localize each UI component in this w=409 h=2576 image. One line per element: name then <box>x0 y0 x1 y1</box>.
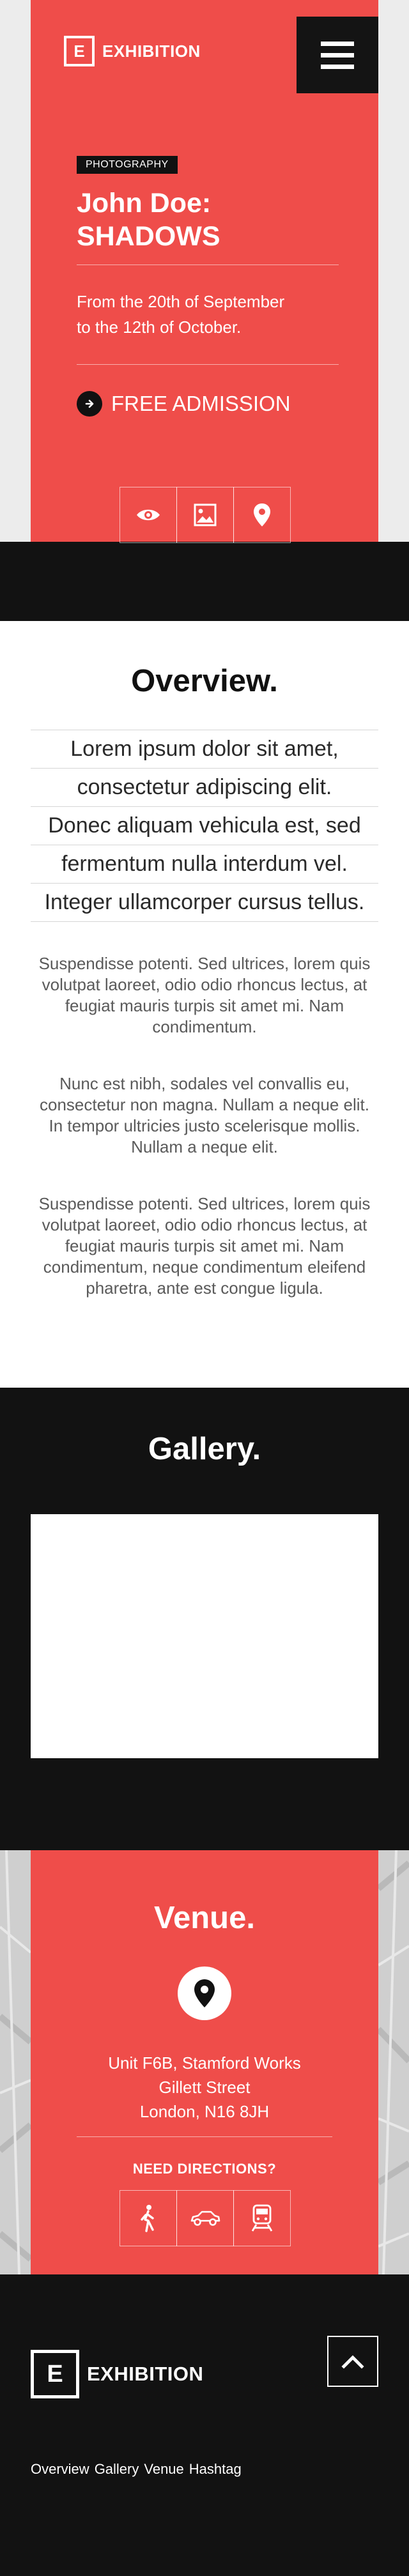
car-icon[interactable] <box>176 2190 234 2246</box>
overview-section: Overview. Lorem ipsum dolor sit amet, co… <box>0 621 409 1388</box>
footer-nav: Overview Gallery Venue Hashtag <box>31 2461 242 2478</box>
overview-paragraph: Nunc est nibh, sodales vel convallis eu,… <box>40 1074 369 1156</box>
back-to-top-button[interactable] <box>327 2336 378 2387</box>
chevron-up-icon <box>341 2355 364 2369</box>
exhibition-title: John Doe: SHADOWS <box>77 187 220 253</box>
hamburger-icon <box>321 41 354 46</box>
dates-line-1: From the 20th of September <box>77 292 285 311</box>
eye-icon[interactable] <box>120 487 177 543</box>
title-line-2: SHADOWS <box>77 221 220 252</box>
admission-label: FREE ADMISSION <box>111 392 291 415</box>
lead-line: fermentum nulla interdum vel. <box>31 845 378 883</box>
footer-logo-text: EXHIBITION <box>87 2363 204 2385</box>
map-pin-icon[interactable] <box>233 487 291 543</box>
gallery-title: Gallery. <box>148 1432 261 1466</box>
divider <box>77 2136 332 2137</box>
lead-line: Donec aliquam vehicula est, sed <box>31 806 378 845</box>
footer-logo[interactable]: E EXHIBITION <box>31 2350 203 2398</box>
address-line-3: London, N16 8JH <box>139 2102 270 2121</box>
site-logo[interactable]: E EXHIBITION <box>64 36 201 66</box>
free-admission-link[interactable]: FREE ADMISSION <box>77 391 291 417</box>
lead-line: Lorem ipsum dolor sit amet, <box>31 730 378 768</box>
venue-address: Unit F6B, Stamford Works Gillett Street … <box>31 2051 378 2124</box>
venue-title: Venue. <box>154 1901 255 1935</box>
train-icon[interactable] <box>233 2190 291 2246</box>
overview-paragraph: Suspendisse potenti. Sed ultrices, lorem… <box>38 1194 371 1298</box>
directions-icon-row <box>120 2190 291 2246</box>
exhibition-dates: From the 20th of September to the 12th o… <box>77 289 345 340</box>
footer-nav-overview[interactable]: Overview <box>31 2461 89 2478</box>
overview-paragraph: Suspendisse potenti. Sed ultrices, lorem… <box>38 954 371 1036</box>
directions-label: NEED DIRECTIONS? <box>132 2161 277 2177</box>
location-pin-icon <box>178 1966 231 2020</box>
footer-nav-gallery[interactable]: Gallery <box>95 2461 139 2478</box>
venue-section: Venue. Unit F6B, Stamford Works Gillett … <box>0 1850 409 2274</box>
divider <box>77 264 339 265</box>
footer-nav-hashtag[interactable]: Hashtag <box>189 2461 242 2478</box>
footer: E EXHIBITION Overview Gallery Venue Hash… <box>0 2274 409 2576</box>
overview-lead: Lorem ipsum dolor sit amet, consectetur … <box>31 730 378 922</box>
image-icon[interactable] <box>176 487 234 543</box>
walking-icon[interactable] <box>120 2190 177 2246</box>
menu-button[interactable] <box>297 17 378 93</box>
address-line-1: Unit F6B, Stamford Works <box>108 2053 301 2073</box>
venue-panel: Venue. Unit F6B, Stamford Works Gillett … <box>31 1850 378 2274</box>
hero-section: E EXHIBITION PHOTOGRAPHY John Doe: SHADO… <box>0 0 409 543</box>
arrow-right-icon <box>77 391 102 417</box>
logo-mark: E <box>64 36 95 66</box>
gallery-section: Gallery. <box>0 1388 409 1850</box>
divider <box>77 364 339 365</box>
overview-title: Overview. <box>131 664 278 698</box>
address-line-2: Gillett Street <box>158 2078 251 2097</box>
footer-logo-mark: E <box>31 2350 79 2398</box>
lead-line: consectetur adipiscing elit. <box>31 768 378 806</box>
dates-line-2: to the 12th of October. <box>77 318 242 337</box>
logo-text: EXHIBITION <box>102 41 201 61</box>
gallery-image[interactable] <box>31 1514 378 1758</box>
category-tag: PHOTOGRAPHY <box>77 156 178 174</box>
page: E EXHIBITION PHOTOGRAPHY John Doe: SHADO… <box>0 0 409 2576</box>
hero-icon-row <box>120 487 291 543</box>
lead-line: Integer ullamcorper cursus tellus. <box>31 883 378 922</box>
title-line-1: John Doe: <box>77 188 212 218</box>
footer-nav-venue[interactable]: Venue <box>144 2461 183 2478</box>
